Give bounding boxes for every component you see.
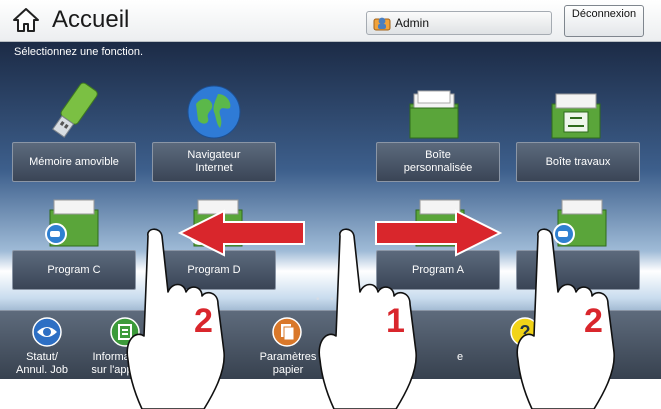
bottom-toolbar: Statut/ Annul. Job Information sur l'app…	[0, 310, 661, 379]
user-label: Admin	[395, 16, 430, 30]
help-icon[interactable]: ?	[510, 317, 540, 347]
step-number-2-right: 2	[584, 302, 603, 340]
user-account-button[interactable]: Admin	[366, 11, 552, 35]
job-box-icon[interactable]	[546, 90, 606, 142]
user-icon	[373, 17, 391, 31]
device-information-button[interactable]: Information sur l'appare	[84, 351, 156, 377]
home-icon[interactable]	[12, 7, 40, 33]
bottom-item-partial-w[interactable]: W	[304, 351, 344, 364]
usb-drive-icon[interactable]	[44, 80, 104, 142]
status-job-cancel-button[interactable]: Statut/ Annul. Job	[6, 351, 78, 377]
job-box-button[interactable]: Boîte travaux	[516, 142, 640, 182]
paper-settings-icon[interactable]	[272, 317, 302, 347]
internet-browser-button[interactable]: Navigateur Internet	[152, 142, 276, 182]
custom-box-button[interactable]: Boîte personnalisée	[376, 142, 500, 182]
logout-button[interactable]: Déconnexion	[564, 5, 644, 37]
status-eye-icon[interactable]	[32, 317, 62, 347]
page-indicator: • • •	[316, 294, 353, 305]
program-b-button[interactable]	[516, 250, 640, 290]
page-title: Accueil	[52, 6, 130, 33]
program-c-button[interactable]: Program C	[12, 250, 136, 290]
program-icon[interactable]	[410, 196, 470, 250]
removable-memory-button[interactable]: Mémoire amovible	[12, 142, 136, 182]
step-number-1: 1	[386, 302, 405, 340]
globe-icon[interactable]	[186, 84, 242, 140]
header-bar: Accueil Admin Déconnexion	[0, 0, 661, 42]
bottom-item-partial-e[interactable]: e	[440, 351, 480, 364]
device-info-icon[interactable]	[110, 317, 140, 347]
program-d-button[interactable]: Program D	[152, 250, 276, 290]
program-icon[interactable]	[552, 196, 612, 250]
program-icon[interactable]	[188, 196, 248, 250]
program-a-button[interactable]: Program A	[376, 250, 500, 290]
folder-box-icon[interactable]	[404, 90, 464, 142]
program-icon[interactable]	[44, 196, 104, 250]
help-button[interactable]: Aide	[512, 351, 552, 364]
step-number-2-left: 2	[194, 302, 213, 340]
function-panel: Sélectionnez une fonction. Mémoire amovi…	[0, 42, 661, 379]
svg-text:?: ?	[520, 322, 531, 342]
instruction-text: Sélectionnez une fonction.	[14, 46, 144, 58]
